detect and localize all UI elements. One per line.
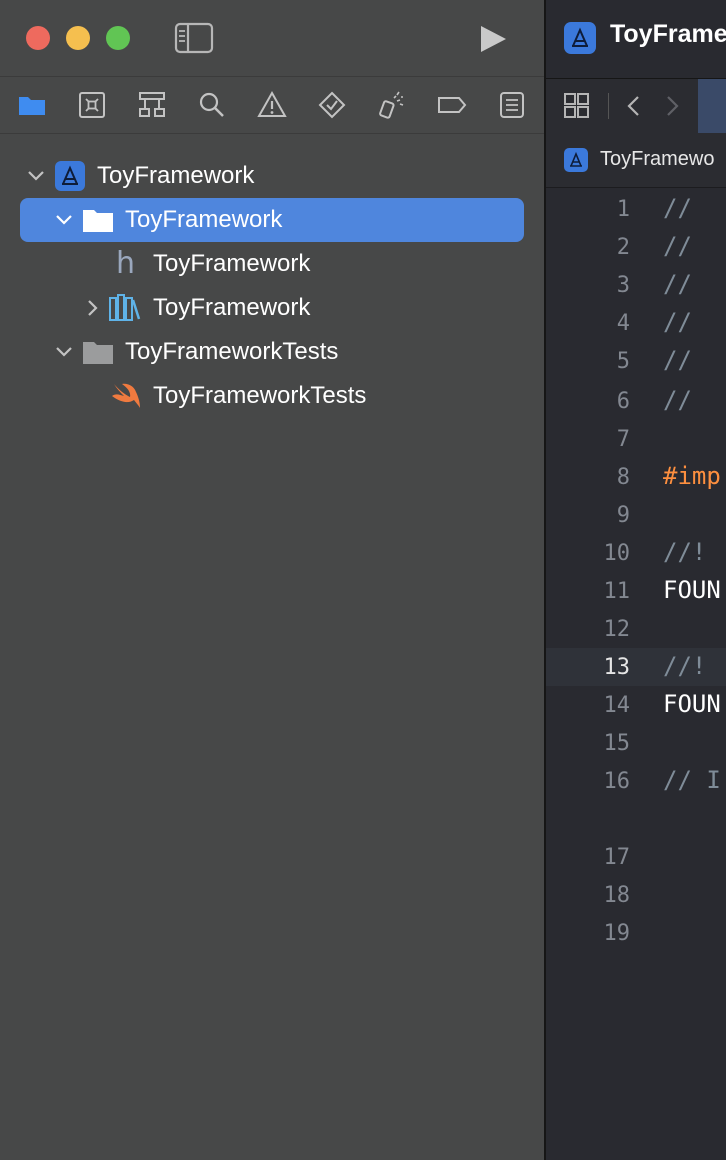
line-number: 19 (603, 921, 631, 946)
tree-label: ToyFramework (125, 206, 283, 233)
active-tab[interactable] (698, 79, 726, 133)
warning-icon[interactable] (257, 90, 287, 120)
project-icon (564, 148, 588, 172)
line-number: 18 (603, 883, 631, 908)
chevron-down-icon[interactable] (54, 342, 74, 362)
tree-label: ToyFramework (97, 162, 255, 189)
navigator-pane: ToyFramework ToyFramework h ToyFramework… (0, 0, 544, 1160)
tree-label: ToyFrameworkTests (153, 382, 367, 409)
code-line[interactable]: // I (663, 766, 721, 794)
line-number: 12 (603, 617, 631, 642)
line-number: 3 (616, 273, 630, 298)
editor-pane: ToyFrame ToyFramewo 1 // 2 // 3 // 4 // 5 // 6 // 7 8… (546, 0, 726, 1160)
grid-layout-icon[interactable] (564, 93, 590, 119)
line-number: 8 (616, 465, 630, 490)
header-file-icon: h (116, 246, 136, 281)
project-icon (564, 22, 596, 54)
line-number: 9 (616, 503, 630, 528)
code-editor[interactable]: 1 // 2 // 3 // 4 // 5 // 6 // 7 8 #imp 9 10 //! 11 FOUN 12 13… (546, 190, 726, 1160)
tree-label: ToyFramework (153, 250, 311, 277)
folder-icon (83, 210, 113, 232)
source-control-icon[interactable] (77, 90, 107, 120)
minimize-window-button[interactable] (66, 26, 90, 50)
tree-row-folder-selected[interactable]: ToyFramework (20, 198, 524, 242)
code-line[interactable]: //! (663, 652, 706, 680)
back-arrow-icon[interactable] (624, 94, 644, 118)
zoom-window-button[interactable] (106, 26, 130, 50)
breakpoint-icon[interactable] (437, 90, 467, 120)
code-line[interactable]: // (663, 386, 692, 414)
breadcrumb[interactable]: ToyFramewo (546, 133, 726, 188)
editor-tab-bar (546, 78, 726, 134)
line-number: 6 (616, 389, 630, 414)
line-number: 13 (603, 655, 631, 680)
line-number: 15 (603, 731, 631, 756)
tree-row-swift-file[interactable]: ToyFrameworkTests (20, 374, 524, 418)
forward-arrow-icon[interactable] (662, 94, 682, 118)
project-icon (55, 161, 85, 191)
test-diamond-icon[interactable] (317, 90, 347, 120)
tree-label: ToyFrameworkTests (125, 338, 339, 365)
code-line[interactable]: FOUN (663, 576, 721, 604)
tree-label: ToyFramework (153, 294, 311, 321)
line-number: 1 (616, 197, 630, 222)
code-line[interactable]: //! (663, 538, 706, 566)
tree-row-tests-folder[interactable]: ToyFrameworkTests (20, 330, 524, 374)
close-window-button[interactable] (26, 26, 50, 50)
line-number: 7 (616, 427, 630, 452)
line-number: 4 (616, 311, 630, 336)
chevron-down-icon[interactable] (54, 210, 74, 230)
debug-spray-icon[interactable] (377, 90, 407, 120)
line-number: 16 (603, 769, 631, 794)
code-line[interactable]: // (663, 270, 692, 298)
framework-books-icon (109, 294, 141, 321)
sidebar-toggle-icon[interactable] (174, 22, 214, 54)
run-play-icon[interactable] (478, 24, 508, 54)
chevron-right-icon[interactable] (82, 298, 102, 318)
code-line[interactable]: FOUN (663, 690, 721, 718)
code-line[interactable]: // (663, 232, 692, 260)
swift-icon (112, 383, 140, 408)
tree-row-framework[interactable]: ToyFramework (20, 286, 524, 330)
line-number: 2 (616, 235, 630, 260)
code-line[interactable]: // (663, 308, 692, 336)
code-line[interactable]: #imp (663, 462, 721, 490)
breadcrumb-label: ToyFramewo (600, 148, 715, 170)
folder-icon[interactable] (17, 90, 47, 120)
line-number: 5 (616, 349, 630, 374)
line-number: 14 (603, 693, 631, 718)
tree-row-project[interactable]: ToyFramework (20, 154, 524, 198)
line-number: 17 (603, 845, 631, 870)
code-line[interactable]: // (663, 194, 692, 222)
search-icon[interactable] (197, 90, 227, 120)
line-number: 10 (603, 541, 631, 566)
line-number: 11 (603, 579, 631, 604)
hierarchy-icon[interactable] (137, 90, 167, 120)
chevron-down-icon[interactable] (26, 166, 46, 186)
code-line[interactable]: // (663, 346, 692, 374)
report-icon[interactable] (497, 90, 527, 120)
window-title: ToyFrame (610, 20, 726, 48)
tree-row-header-file[interactable]: h ToyFramework (20, 242, 524, 286)
folder-icon (83, 342, 113, 364)
